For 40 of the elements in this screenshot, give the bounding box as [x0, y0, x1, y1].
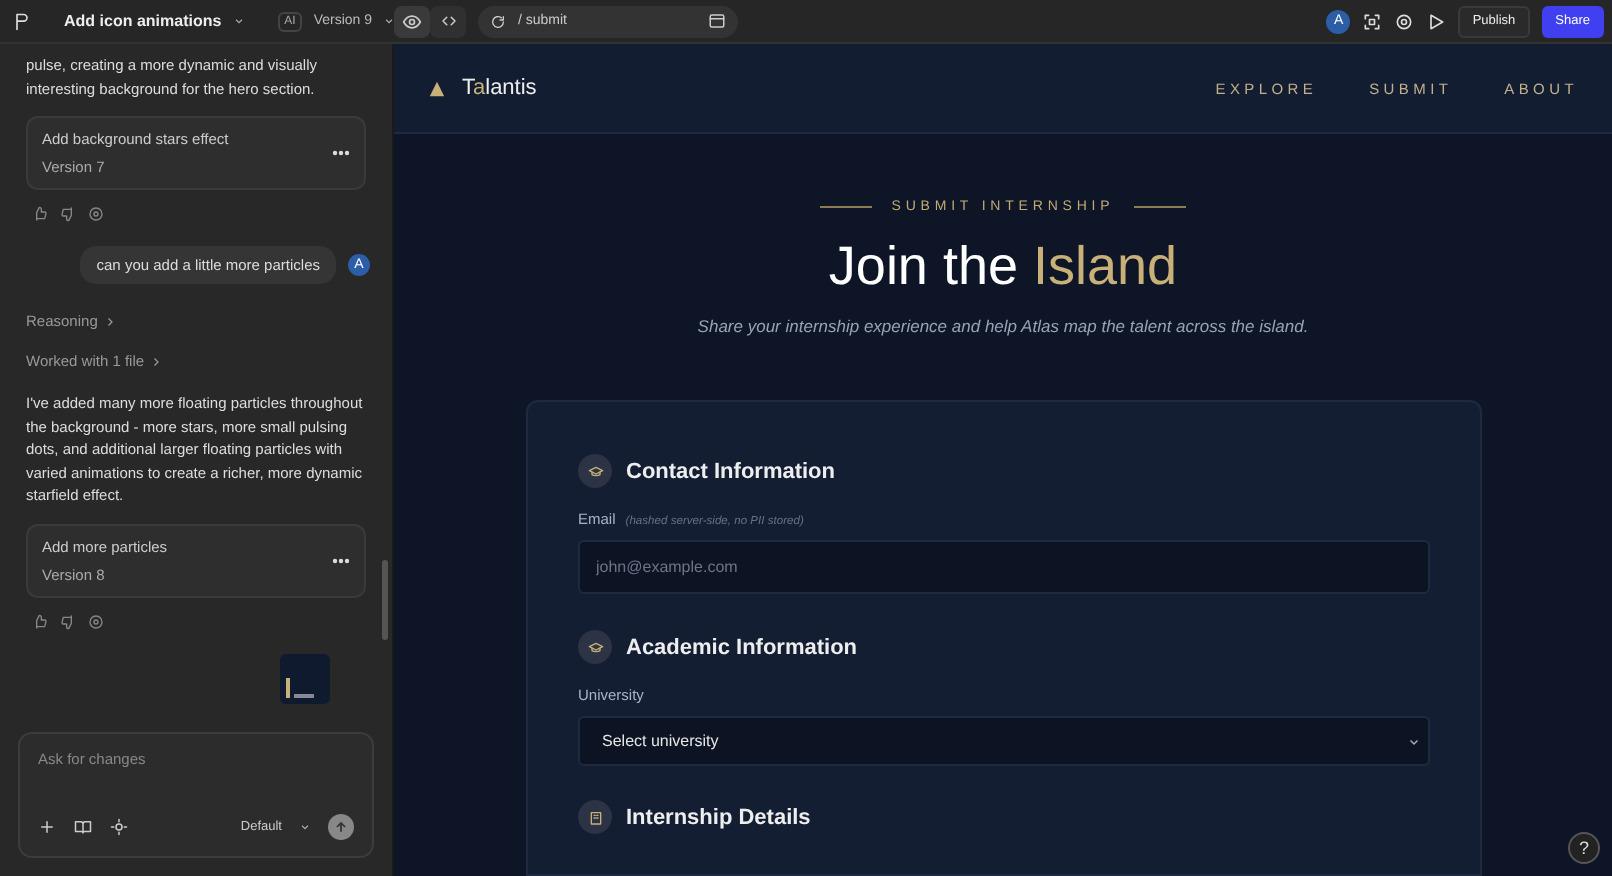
play-icon[interactable] — [1426, 11, 1447, 31]
section-title: Academic Information — [626, 635, 858, 659]
more-icon[interactable] — [332, 557, 350, 563]
plus-icon[interactable] — [38, 818, 56, 836]
page-headline: Join the Island — [828, 236, 1178, 298]
chevron-down-icon[interactable] — [384, 16, 394, 26]
thumbs-up-icon[interactable] — [32, 206, 48, 222]
book-icon[interactable] — [74, 818, 92, 836]
thumbs-down-icon[interactable] — [60, 613, 76, 629]
code-icon — [439, 12, 457, 30]
logo-icon — [428, 79, 446, 97]
graduation-cap-icon — [587, 639, 603, 655]
chevron-down-icon — [1408, 735, 1420, 747]
chevron-right-icon — [150, 355, 163, 367]
arrow-up-icon — [334, 820, 348, 834]
code-toggle[interactable] — [430, 5, 466, 37]
email-input[interactable]: john@example.com — [578, 540, 1430, 594]
select-icon[interactable] — [1362, 11, 1383, 31]
section-title: Internship Details — [626, 805, 811, 829]
chevron-right-icon — [103, 315, 116, 327]
preview-toggle[interactable] — [394, 5, 430, 37]
logo-icon[interactable] — [12, 11, 32, 31]
thumbs-down-icon[interactable] — [60, 206, 76, 222]
screenshot-thumbnail[interactable] — [280, 653, 330, 703]
chevron-down-icon[interactable] — [300, 822, 310, 832]
project-title[interactable]: Add icon animations — [64, 12, 222, 30]
brand-name[interactable]: Talantis — [462, 76, 537, 100]
eye-icon — [402, 11, 422, 31]
scrollbar[interactable] — [382, 560, 388, 640]
section-title: Contact Information — [626, 459, 835, 483]
thumbs-up-icon[interactable] — [32, 613, 48, 629]
graduation-cap-icon — [587, 463, 603, 479]
send-button[interactable] — [328, 814, 354, 840]
more-icon[interactable] — [332, 150, 350, 156]
window-icon[interactable] — [708, 12, 726, 30]
chevron-down-icon[interactable] — [233, 16, 244, 26]
refresh-icon — [490, 13, 506, 29]
university-select[interactable]: Select university — [578, 716, 1430, 766]
help-button[interactable]: ? — [1568, 832, 1600, 864]
page-subtitle: Share your internship experience and help Atlas map the talent across the island. — [697, 316, 1309, 336]
